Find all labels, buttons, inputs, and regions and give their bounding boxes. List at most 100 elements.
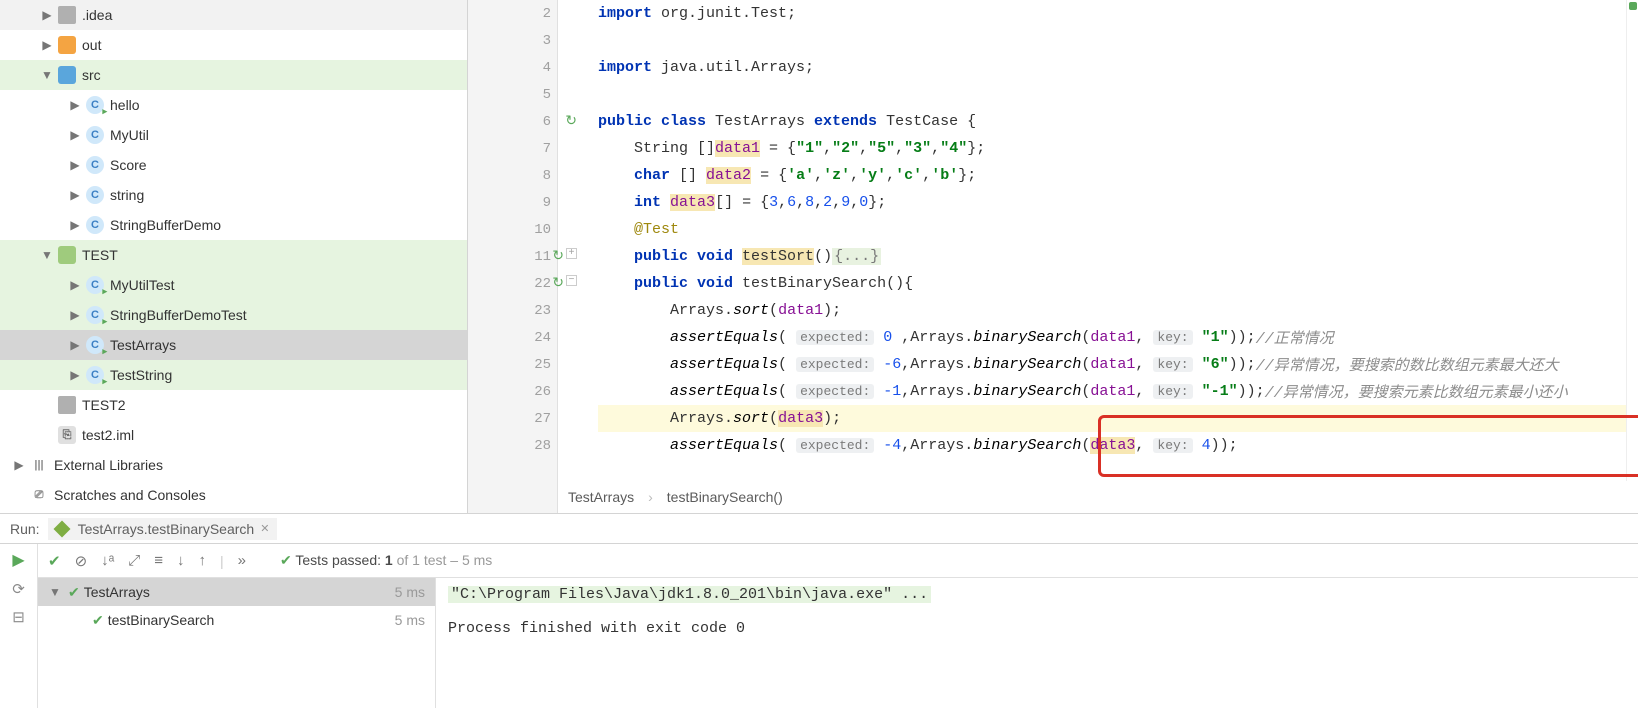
run-toolbar: ✔ ⊘ ↓ᵃ ⤢ ≡ ↓ ↑ | » ✔ Tests passed: 1 of … [38,544,1638,578]
chevron-icon[interactable]: ▶ [66,308,84,322]
gutter-line[interactable]: 27 [468,405,557,432]
class-icon: C [86,156,104,174]
check-icon[interactable]: ✔ [48,552,61,570]
test-results-tree[interactable]: ▼✔TestArrays5 ms ✔testBinarySearch5 ms [38,578,436,708]
expand-icon[interactable]: ≡ [154,552,163,569]
tree-item-out[interactable]: ▶out [0,30,467,60]
run-gutter-icon[interactable]: ↻ [552,248,564,265]
tree-item-StringBufferDemo[interactable]: ▶CStringBufferDemo [0,210,467,240]
gutter-line[interactable]: 6↻ [468,108,557,135]
tree-item-TestArrays[interactable]: ▶CTestArrays [0,330,467,360]
tree-item-Score[interactable]: ▶CScore [0,150,467,180]
code-line[interactable]: char [] data2 = {'a','z','y','c','b'}; [598,162,1638,189]
tree-item-External-Libraries[interactable]: ▶|||External Libraries [0,450,467,480]
console-output[interactable]: "C:\Program Files\Java\jdk1.8.0_201\bin\… [436,578,1638,708]
chevron-icon[interactable]: ▶ [66,128,84,142]
cmd-line: "C:\Program Files\Java\jdk1.8.0_201\bin\… [448,586,931,603]
filter-icon[interactable]: ⊘ [75,552,88,570]
code-line[interactable]: Arrays.sort(data1); [598,297,1638,324]
code-line[interactable]: import java.util.Arrays; [598,54,1638,81]
crumb-method[interactable]: testBinarySearch() [667,489,783,505]
code-line[interactable]: Arrays.sort(data3); [598,405,1638,432]
run-play-icon[interactable]: ▶ [12,550,24,570]
fold-icon[interactable]: − [566,275,577,286]
collapse-icon[interactable]: ⤢ [128,552,140,569]
code-line[interactable]: @Test [598,216,1638,243]
test-row[interactable]: ✔testBinarySearch5 ms [38,606,435,634]
debug-icon[interactable]: ⟳ [12,580,25,598]
gutter-line[interactable]: 28 [468,432,557,459]
close-icon[interactable]: ✕ [260,522,269,535]
code-line[interactable]: assertEquals( expected: -6,Arrays.binary… [598,351,1638,378]
gutter-line[interactable]: 3 [468,27,557,54]
tree-item-test2-iml[interactable]: ⎘test2.iml [0,420,467,450]
chevron-icon[interactable]: ▶ [66,188,84,202]
chevron-icon[interactable]: ▶ [66,338,84,352]
fold-icon[interactable]: + [566,248,577,259]
tree-item-TestString[interactable]: ▶CTestString [0,360,467,390]
gutter-line[interactable]: 22↻− [468,270,557,297]
gutter-line[interactable]: 24 [468,324,557,351]
code-line[interactable]: String []data1 = {"1","2","5","3","4"}; [598,135,1638,162]
gutter-line[interactable]: 23 [468,297,557,324]
tree-item-TEST[interactable]: ▼TEST [0,240,467,270]
gutter-line[interactable]: 11↻+ [468,243,557,270]
code-line[interactable]: assertEquals( expected: -4,Arrays.binary… [598,432,1638,459]
chevron-icon[interactable]: ▶ [66,218,84,232]
chevron-icon[interactable]: ▶ [66,368,84,382]
chevron-icon[interactable]: ▶ [66,158,84,172]
tree-item-TEST2[interactable]: TEST2 [0,390,467,420]
gutter-line[interactable]: 8 [468,162,557,189]
project-tree[interactable]: ▶.idea▶out▼src▶Chello▶CMyUtil▶CScore▶Cst… [0,0,468,513]
gutter-line[interactable]: 2 [468,0,557,27]
code-line[interactable]: assertEquals( expected: -1,Arrays.binary… [598,378,1638,405]
code-line[interactable]: int data3[] = {3,6,8,2,9,0}; [598,189,1638,216]
gutter-line[interactable]: 4 [468,54,557,81]
chevron-icon[interactable]: ▶ [38,8,56,22]
gutter-line[interactable]: 9 [468,189,557,216]
tree-item--idea[interactable]: ▶.idea [0,0,467,30]
prev-icon[interactable]: ↓ [177,552,185,569]
gutter-line[interactable]: 26 [468,378,557,405]
chevron-icon[interactable]: ▼ [46,585,64,599]
code-editor[interactable]: 23456↻7891011↻+22↻−232425262728 import o… [468,0,1638,513]
tree-item-MyUtil[interactable]: ▶CMyUtil [0,120,467,150]
run-tab-label: TestArrays.testBinarySearch [78,521,255,537]
stop-icon[interactable]: ⊟ [12,608,25,626]
code-line[interactable]: assertEquals( expected: 0 ,Arrays.binary… [598,324,1638,351]
gutter-line[interactable]: 25 [468,351,557,378]
crumb-class[interactable]: TestArrays [568,489,634,505]
code-line[interactable] [598,27,1638,54]
tree-item-string[interactable]: ▶Cstring [0,180,467,210]
code-line[interactable]: public void testBinarySearch(){ [598,270,1638,297]
export-icon[interactable]: » [238,552,246,569]
lib-icon: ||| [30,456,48,474]
gutter-line[interactable]: 7 [468,135,557,162]
run-tab[interactable]: TestArrays.testBinarySearch ✕ [48,518,278,540]
chevron-icon[interactable]: ▶ [10,458,28,472]
tree-item-hello[interactable]: ▶Chello [0,90,467,120]
tree-item-Scratches-and-Consoles[interactable]: ⎚Scratches and Consoles [0,480,467,510]
gutter-line[interactable]: 10 [468,216,557,243]
next-icon[interactable]: ↑ [199,552,207,569]
chevron-icon[interactable]: ▼ [38,248,56,262]
tree-item-src[interactable]: ▼src [0,60,467,90]
run-gutter-icon[interactable]: ↻ [552,275,564,292]
tree-item-MyUtilTest[interactable]: ▶CMyUtilTest [0,270,467,300]
chevron-icon[interactable]: ▶ [38,38,56,52]
run-gutter-icon[interactable]: ↻ [565,113,577,130]
test-row[interactable]: ▼✔TestArrays5 ms [38,578,435,606]
tree-item-StringBufferDemoTest[interactable]: ▶CStringBufferDemoTest [0,300,467,330]
code-area[interactable]: import org.junit.Test; import java.util.A… [558,0,1638,513]
chevron-icon[interactable]: ▼ [38,68,56,82]
overview-ruler[interactable] [1626,0,1638,481]
breadcrumb[interactable]: TestArrays › testBinarySearch() [558,481,1638,513]
chevron-icon[interactable]: ▶ [66,98,84,112]
code-line[interactable] [598,81,1638,108]
sort-icon[interactable]: ↓ᵃ [101,552,114,569]
gutter-line[interactable]: 5 [468,81,557,108]
code-line[interactable]: public void testSort(){...} [598,243,1638,270]
chevron-icon[interactable]: ▶ [66,278,84,292]
code-line[interactable]: import org.junit.Test; [598,0,1638,27]
code-line[interactable]: public class TestArrays extends TestCase… [598,108,1638,135]
